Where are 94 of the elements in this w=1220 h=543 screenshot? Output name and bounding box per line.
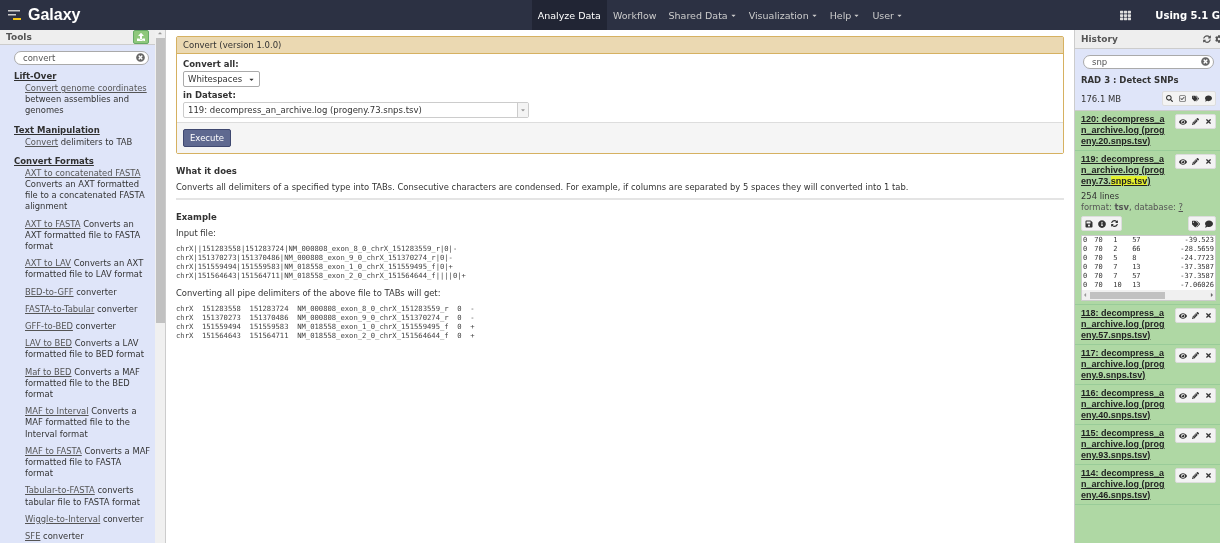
checkbox-icon[interactable] (1176, 92, 1189, 105)
tool-item: GFF-to-BED converter (25, 321, 118, 333)
quota-meter: Using 5.1 G (1155, 9, 1220, 21)
help-text: Converting all pipe delimiters of the above file to TABs will get: (176, 288, 442, 298)
search-icon[interactable] (1163, 92, 1176, 105)
brand-title[interactable]: Galaxy (28, 6, 81, 24)
dataset-title[interactable]: 118: decompress_an_archive.log (progeny.57.snps.tsv) (1081, 308, 1169, 341)
tool-item: FASTA-to-Tabular converter (25, 303, 139, 316)
tool-link[interactable]: Maf to BED (25, 366, 72, 377)
tool-link[interactable]: Convert genome coordinates (25, 83, 147, 93)
tool-link[interactable]: Wiggle-to-Interval (25, 513, 101, 524)
line-count: 254 lines (1081, 191, 1121, 201)
caret-icon (520, 107, 526, 113)
grid-icon[interactable] (1120, 9, 1132, 21)
dataset-title[interactable]: 115: decompress_an_archive.log (progeny.93.snps.tsv) (1081, 428, 1169, 461)
edit-icon[interactable] (1189, 309, 1202, 322)
field-label: Convert all: (183, 59, 240, 69)
history-item[interactable]: 115: decompress_an_archive.log (progeny.93.snps.tsv) (1075, 425, 1220, 465)
tool-link[interactable]: Tabular-to-FASTA (25, 485, 95, 496)
edit-icon[interactable] (1189, 469, 1202, 482)
edit-icon[interactable] (1189, 429, 1202, 442)
edit-icon[interactable] (1189, 349, 1202, 362)
tool-link[interactable]: AXT to concatenated FASTA (25, 167, 141, 178)
panel-title: Tools (6, 32, 32, 42)
tool-link[interactable]: Convert (25, 136, 59, 147)
search-field[interactable]: convert (14, 51, 149, 65)
nav-tab[interactable]: Analyze Data (531, 0, 607, 30)
dataset-title[interactable]: 116: decompress_an_archive.log (progeny.40.snps.tsv) (1081, 388, 1169, 421)
help-heading: What it does (176, 166, 238, 176)
upload-icon (137, 33, 145, 41)
tool-item: Maf to BED Converts a MAF formatted file to the BED format (25, 366, 141, 401)
nav-tab[interactable]: Shared Data (662, 0, 743, 30)
history-size: 176.1 MB (1081, 93, 1122, 104)
tool-item: MAF to Interval Converts a MAF formatted file to the Interval format (25, 406, 138, 440)
tool-item: SFE converter (25, 531, 85, 543)
scrollbar-thumb[interactable] (155, 38, 165, 323)
dataset-title[interactable]: 120: decompress_an_archive.log (progeny.20.snps.tsv) (1081, 114, 1169, 147)
help-text: Converts all delimiters of a specified type into TABs. Consecutive characters are condensed. For example, if columns are separated by 5 spaces they will converted into 1 tab. (176, 182, 910, 192)
tool-link[interactable]: BED-to-GFF (25, 286, 74, 297)
section-title[interactable]: Convert Formats (14, 155, 155, 166)
tool-item: Convert delimiters to TAB (25, 136, 134, 148)
edit-icon[interactable] (1189, 115, 1202, 128)
tool-item: AXT to LAV Converts an AXT formatted file to LAV format (25, 258, 145, 281)
history-item[interactable]: 120: decompress_an_archive.log (progeny.20.snps.tsv) (1075, 111, 1220, 151)
history-item[interactable]: 114: decompress_an_archive.log (progeny.46.snps.tsv) (1075, 465, 1220, 505)
help-heading: Example (176, 212, 218, 222)
history-item[interactable]: 118: decompress_an_archive.log (progeny.57.snps.tsv) (1075, 305, 1220, 345)
nav-tab[interactable]: Workflow (606, 0, 663, 30)
refresh-icon[interactable] (1203, 35, 1211, 43)
nav-tab[interactable]: Visualization (742, 0, 824, 30)
tool-item: Convert genome coordinates between assemblies and genomes (25, 83, 148, 117)
execute-button[interactable]: Execute (183, 129, 231, 147)
info-icon[interactable] (1095, 217, 1108, 230)
history-name: RAD 3 : Detect SNPs (1081, 75, 1180, 85)
tool-item: AXT to FASTA Converts an AXT formatted file to FASTA format (25, 218, 142, 253)
edit-icon[interactable] (1189, 389, 1202, 402)
refresh-icon[interactable] (1108, 217, 1121, 230)
scrollbar-thumb[interactable] (1090, 291, 1165, 299)
clear-icon (1201, 57, 1210, 66)
upload-button[interactable] (133, 30, 149, 44)
history-item[interactable]: 117: decompress_an_archive.log (progeny.9.snps.tsv) (1075, 345, 1220, 385)
tool-item: MAF to FASTA Converts a MAF formatted file to FASTA format (25, 445, 151, 480)
tool-link[interactable]: AXT to FASTA (25, 218, 81, 229)
tool-link[interactable]: GFF-to-BED (25, 321, 73, 332)
tool-link[interactable]: MAF to FASTA (25, 445, 82, 456)
form-title: Convert (version 1.0.0) (177, 37, 1063, 54)
format-info: format: tsv, database: ? (1081, 202, 1184, 212)
field-label: in Dataset: (183, 90, 237, 100)
select-field[interactable]: Whitespaces (183, 71, 261, 87)
tool-link[interactable]: MAF to Interval (25, 406, 89, 417)
section-title[interactable]: Lift-Over (14, 71, 155, 81)
section-title[interactable]: Text Manipulation (14, 124, 155, 135)
history-item[interactable]: 116: decompress_an_archive.log (progeny.40.snps.tsv) (1075, 385, 1220, 425)
nav-tab[interactable]: Help (823, 0, 867, 30)
select-field[interactable]: 119: decompress_an_archive.log (progeny.73.snps.tsv) (183, 102, 529, 118)
tool-link[interactable]: LAV to BED (25, 338, 72, 349)
nav-tab[interactable]: User (866, 0, 910, 30)
tool-item: AXT to concatenated FASTA Converts an AXT formatted file to a concatenated FASTA alignment (25, 167, 146, 213)
tool-item: Tabular-to-FASTA converts tabular file to FASTA format (25, 485, 141, 508)
logo-icon (8, 9, 22, 21)
search-field[interactable]: snp (1083, 55, 1214, 69)
tool-item: BED-to-GFF converter (25, 286, 118, 298)
tool-link[interactable]: AXT to LAV (25, 258, 71, 269)
tool-item: Wiggle-to-Interval converter (25, 513, 145, 526)
edit-icon[interactable] (1189, 155, 1202, 168)
tool-link[interactable]: FASTA-to-Tabular (25, 303, 95, 314)
dataset-title[interactable]: 114: decompress_an_archive.log (progeny.46.snps.tsv) (1081, 468, 1169, 501)
help-text: Input file: (176, 228, 217, 238)
tool-item: LAV to BED Converts a LAV formatted file to BED format (25, 338, 145, 361)
dataset-title[interactable]: 117: decompress_an_archive.log (progeny.9.snps.tsv) (1081, 348, 1169, 381)
scroll-right-icon[interactable] (1209, 292, 1215, 298)
clear-icon (136, 53, 145, 62)
tool-link[interactable]: SFE (25, 531, 41, 542)
panel-title: History (1081, 34, 1118, 44)
